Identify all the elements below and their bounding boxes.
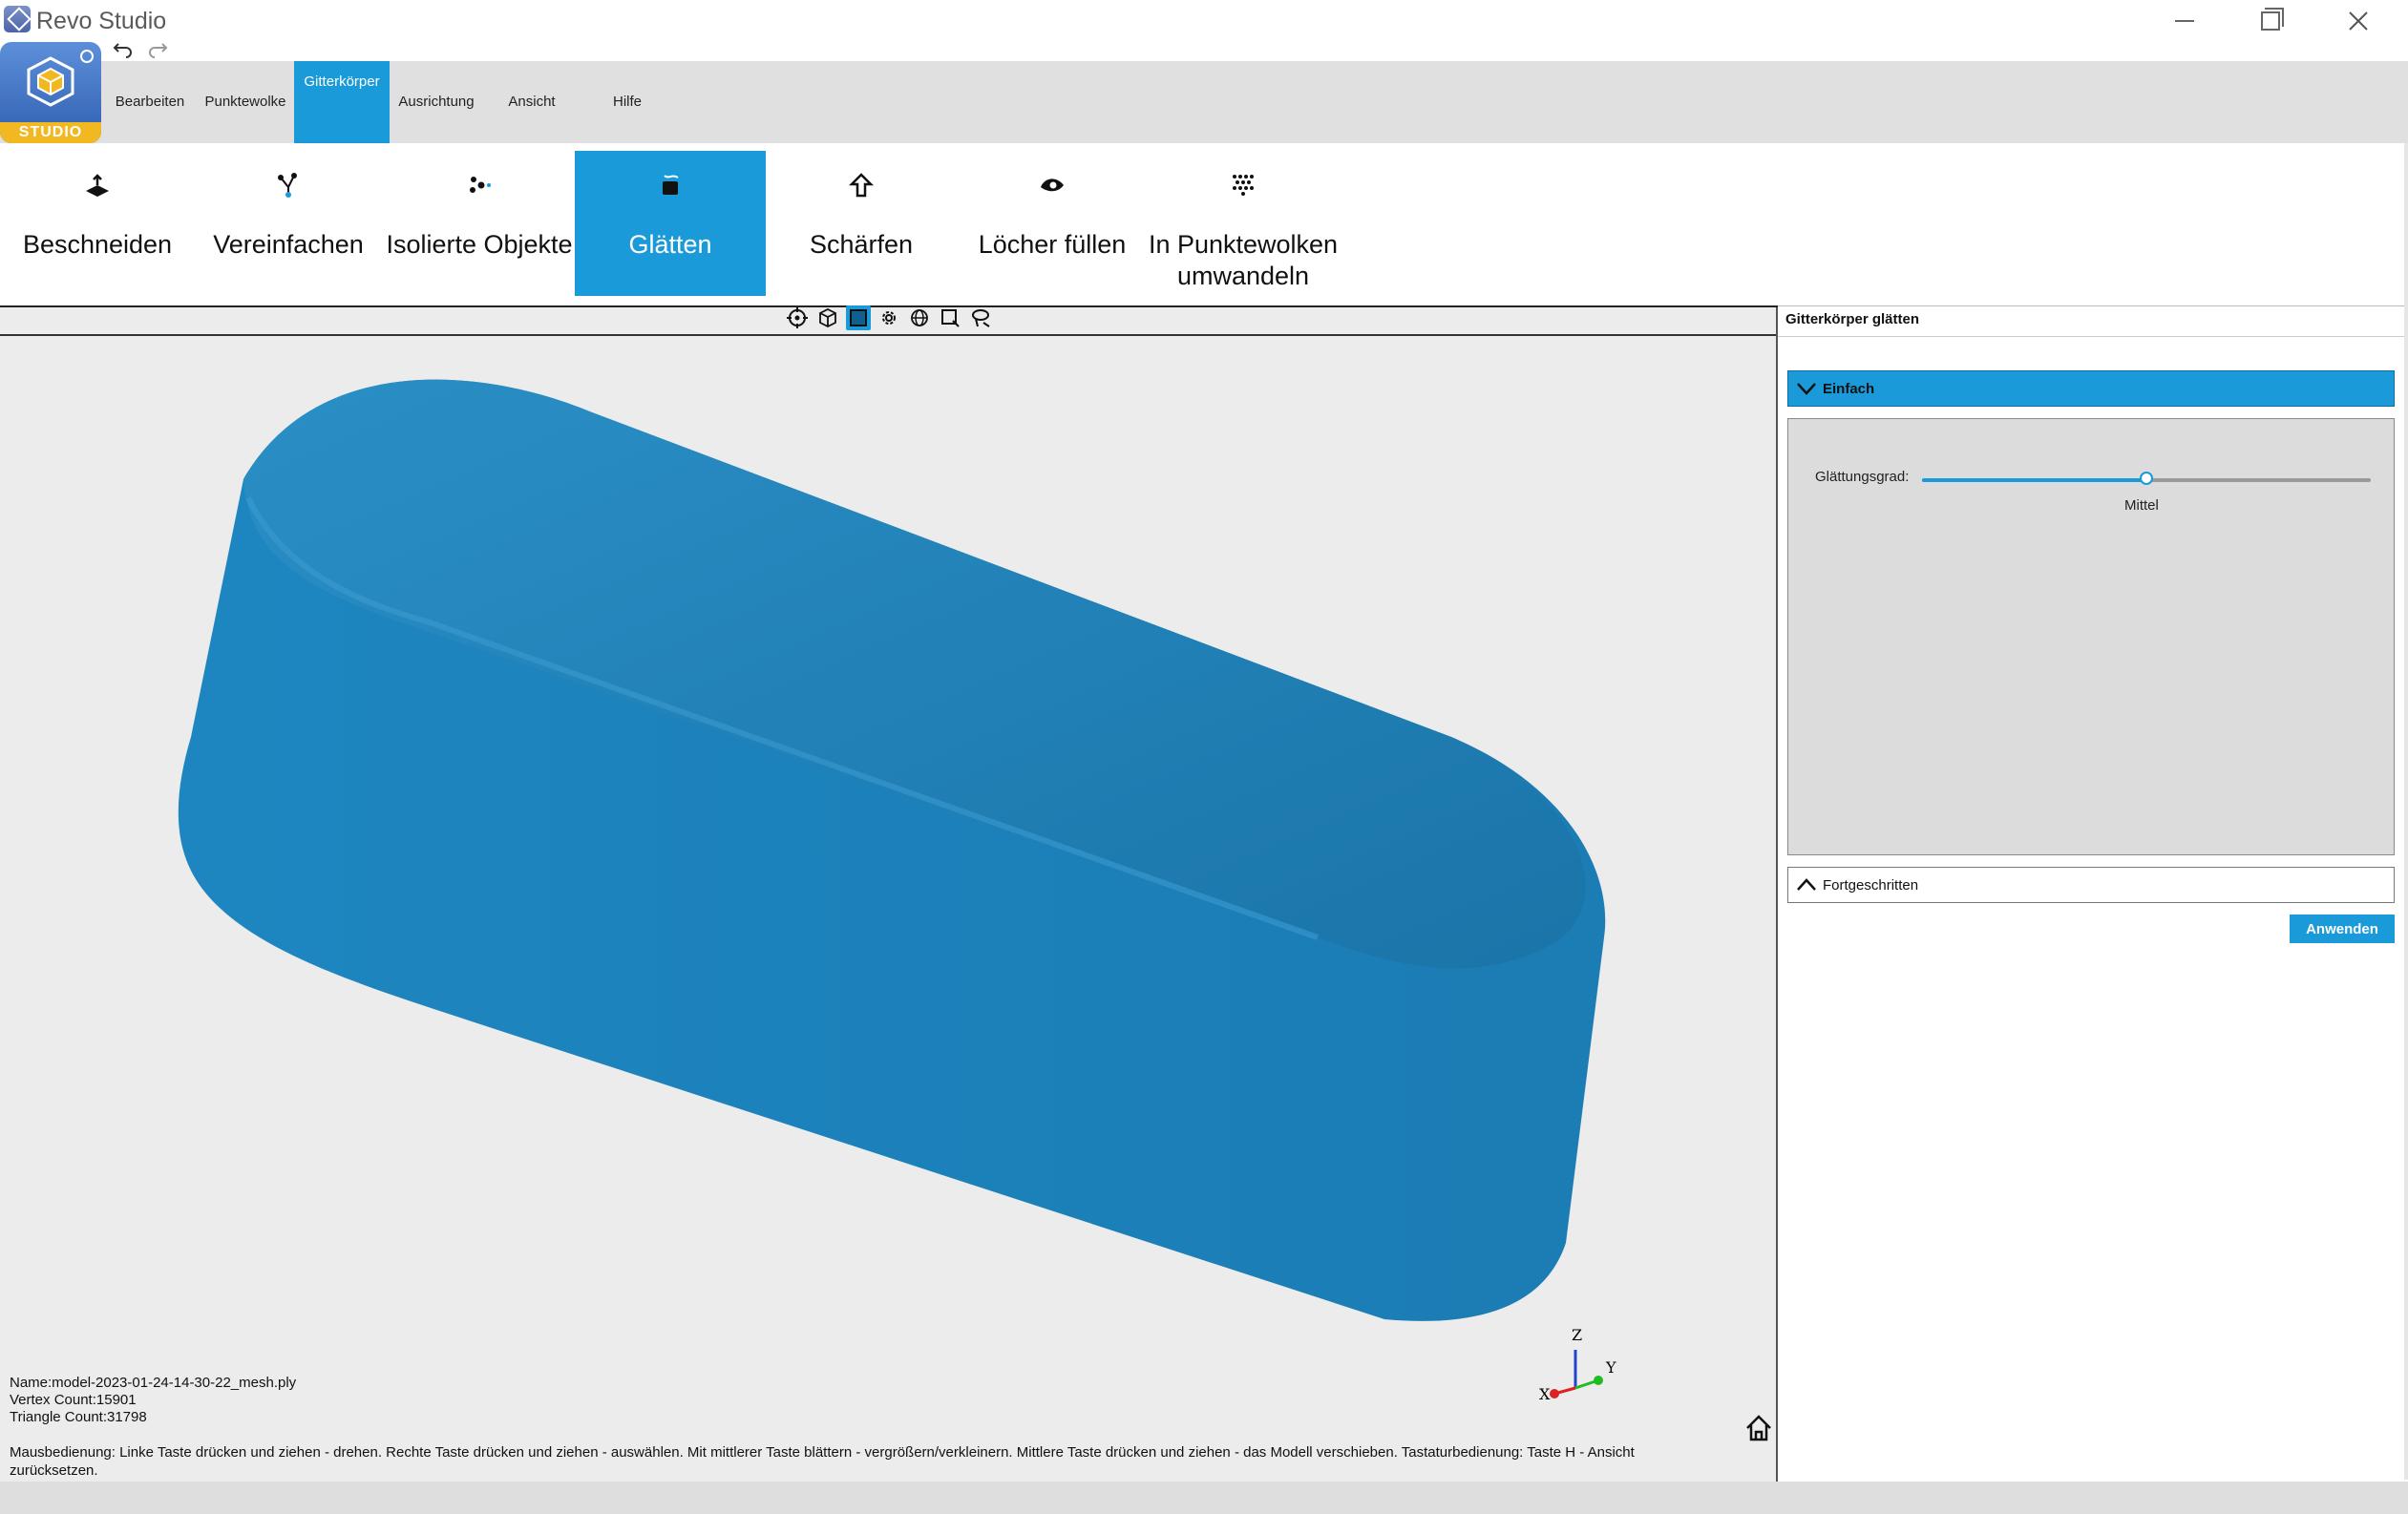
ribbon: Beschneiden Vereinfachen Isolierte Objek… — [0, 143, 2408, 304]
window-right-edge — [2404, 143, 2408, 1480]
rect-select-icon — [941, 309, 960, 327]
simplify-label: Vereinfachen — [213, 230, 364, 259]
smooth-mesh-panel: Gitterkörper glätten Einfach Glättungsgr… — [1778, 307, 2408, 1482]
window-title: Revo Studio — [36, 8, 167, 34]
globe-button[interactable] — [907, 305, 932, 330]
sharpen-label: Schärfen — [809, 230, 914, 259]
cube-view-icon — [819, 307, 836, 328]
trim-icon — [86, 174, 109, 197]
app-logo[interactable]: STUDIO — [0, 42, 101, 143]
vertex-count: Vertex Count:15901 — [10, 1392, 137, 1408]
section-advanced-header[interactable]: Fortgeschritten — [1787, 867, 2395, 903]
tab-hilfe[interactable]: Hilfe — [592, 61, 663, 143]
chevron-up-icon — [1797, 878, 1816, 891]
fill-holes-label: Löcher füllen — [978, 230, 1127, 259]
section-simple-header[interactable]: Einfach — [1787, 370, 2395, 407]
tab-gitterkoerper[interactable]: Gitterkörper — [294, 61, 390, 143]
box-select-icon — [850, 309, 867, 326]
convert-to-pointcloud-icon — [1233, 175, 1254, 196]
logo-dot — [80, 50, 94, 63]
menu-bar: Bearbeiten Punktewolke Gitterkörper Ausr… — [0, 61, 2408, 143]
trim-button[interactable]: Beschneiden — [2, 151, 193, 296]
isolated-objects-icon — [470, 177, 491, 193]
section-simple-label: Einfach — [1823, 381, 1875, 397]
lasso-select-button[interactable] — [968, 305, 993, 330]
panel-title-divider — [1778, 336, 2408, 337]
redo-icon — [149, 43, 168, 58]
simplify-icon — [278, 173, 297, 198]
view-toolbar — [785, 305, 993, 334]
section-advanced-label: Fortgeschritten — [1823, 877, 1919, 894]
minimize-button[interactable] — [2156, 4, 2213, 38]
tab-ansicht[interactable]: Ansicht — [493, 61, 571, 143]
cube-view-button[interactable] — [815, 305, 840, 330]
help-text: Mausbedienung: Linke Taste drücken und z… — [10, 1444, 1635, 1479]
section-simple-body: Glättungsgrad: Mittel — [1787, 418, 2395, 855]
minimize-icon — [2175, 20, 2194, 22]
slider-fill — [1922, 478, 2146, 482]
lasso-select-icon — [972, 309, 990, 327]
x-axis-label: X — [1539, 1385, 1551, 1403]
gear-view-icon — [882, 311, 896, 325]
cube-logo-icon — [27, 56, 74, 107]
box-select-button[interactable] — [846, 305, 871, 330]
tab-punktewolke[interactable]: Punktewolke — [199, 61, 292, 143]
y-axis-tip — [1594, 1376, 1603, 1385]
isolated-objects-button[interactable]: Isolierte Objekte — [384, 151, 575, 296]
panel-top-divider — [1778, 305, 2408, 306]
app-icon — [4, 6, 31, 32]
x-axis-tip — [1550, 1389, 1559, 1398]
status-bar — [0, 1482, 2408, 1514]
mesh-model[interactable] — [0, 336, 1776, 1386]
convert-to-pointcloud-label: In Punktewolken umwandeln — [1148, 230, 1339, 290]
undo-icon — [113, 43, 132, 58]
smoothing-level-label: Glättungsgrad: — [1815, 469, 1910, 485]
tab-ausrichtung[interactable]: Ausrichtung — [391, 61, 481, 143]
smoothing-level-slider[interactable] — [1922, 472, 2371, 485]
model-name: Name:model-2023-01-24-14-30-22_mesh.ply — [10, 1375, 297, 1391]
chevron-down-icon — [1797, 383, 1816, 395]
logo-label: STUDIO — [0, 122, 101, 143]
fill-holes-icon — [1041, 179, 1064, 192]
isolated-objects-label: Isolierte Objekte — [386, 230, 573, 259]
title-bar: Revo Studio — [0, 0, 2408, 42]
center-view-icon — [787, 307, 808, 328]
restore-button[interactable] — [2242, 4, 2299, 38]
apply-button[interactable]: Anwenden — [2290, 915, 2395, 943]
trim-label: Beschneiden — [22, 230, 173, 259]
sharpen-button[interactable]: Schärfen — [766, 151, 957, 296]
rect-select-button[interactable] — [938, 305, 962, 330]
close-icon — [2349, 11, 2368, 31]
gear-view-button[interactable] — [877, 305, 901, 330]
panel-title: Gitterkörper glätten — [1785, 311, 1920, 327]
center-view-button[interactable] — [785, 305, 810, 330]
tab-bearbeiten[interactable]: Bearbeiten — [107, 61, 193, 143]
globe-icon — [911, 309, 928, 326]
smooth-label: Glätten — [628, 230, 712, 259]
smoothing-level-value: Mittel — [2124, 497, 2159, 514]
simplify-button[interactable]: Vereinfachen — [193, 151, 384, 296]
restore-icon — [2261, 11, 2280, 31]
y-axis-label: Y — [1605, 1358, 1616, 1377]
smooth-icon — [663, 175, 679, 195]
sharpen-icon — [848, 173, 875, 198]
smooth-button[interactable]: Glätten — [575, 151, 766, 296]
z-axis-label: Z — [1572, 1327, 1582, 1344]
convert-to-pointcloud-button[interactable]: In Punktewolken umwandeln — [1148, 151, 1339, 296]
slider-thumb[interactable] — [2140, 472, 2153, 485]
fill-holes-button[interactable]: Löcher füllen — [957, 151, 1148, 296]
triangle-count: Triangle Count:31798 — [10, 1409, 147, 1425]
axis-triad: Z Y X — [1539, 1327, 1616, 1403]
close-button[interactable] — [2330, 4, 2387, 38]
home-icon[interactable] — [1743, 1413, 1774, 1443]
